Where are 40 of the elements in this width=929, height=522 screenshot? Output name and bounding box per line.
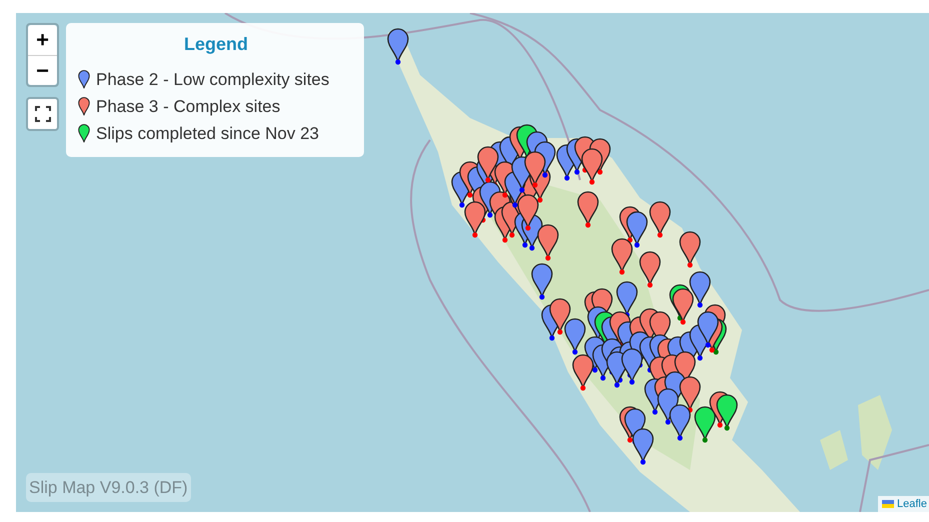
map-marker[interactable] xyxy=(632,428,654,465)
map-marker[interactable] xyxy=(477,146,499,183)
legend-label: Slips completed since Nov 23 xyxy=(96,122,320,145)
map-marker[interactable] xyxy=(517,194,539,231)
map-marker[interactable] xyxy=(669,404,691,441)
map-marker[interactable] xyxy=(649,201,671,238)
map-marker[interactable] xyxy=(537,224,559,261)
map-marker[interactable] xyxy=(616,281,638,318)
version-label: Slip Map V9.0.3 (DF) xyxy=(26,472,191,502)
map-marker[interactable] xyxy=(621,348,643,385)
map-marker[interactable] xyxy=(689,271,711,308)
map-marker[interactable] xyxy=(679,376,701,413)
map-marker[interactable] xyxy=(549,298,571,335)
map-marker[interactable] xyxy=(564,318,586,355)
map-marker[interactable] xyxy=(577,191,599,228)
zoom-in-button[interactable]: + xyxy=(28,25,57,55)
map-marker[interactable] xyxy=(672,288,694,325)
map-marker[interactable] xyxy=(464,201,486,238)
map-marker[interactable] xyxy=(572,354,594,391)
map-background[interactable]: + − Legend Phase 2 - Low complexity sites Phase 3 - Complex sites Slips completed since Nov 23 Slip Map V9.0.3 (DF) Leafle xyxy=(16,13,929,512)
legend-label: Phase 3 - Complex sites xyxy=(96,96,280,118)
fullscreen-icon xyxy=(34,106,50,122)
flag-icon xyxy=(882,500,894,508)
legend-label: Phase 2 - Low complexity sites xyxy=(96,68,330,91)
map-marker[interactable] xyxy=(716,394,738,431)
island-drawing xyxy=(820,430,848,470)
map-marker[interactable] xyxy=(524,151,546,188)
map-marker[interactable] xyxy=(387,28,409,65)
map-marker[interactable] xyxy=(531,263,553,300)
map-marker[interactable] xyxy=(657,388,679,425)
fullscreen-button[interactable] xyxy=(26,97,59,131)
map-marker[interactable] xyxy=(639,251,661,288)
legend-title: Legend xyxy=(182,33,249,56)
map-marker[interactable] xyxy=(697,311,719,348)
zoom-out-button[interactable]: − xyxy=(28,55,57,85)
map-marker[interactable] xyxy=(694,406,716,443)
map-marker[interactable] xyxy=(581,148,603,185)
map-marker[interactable] xyxy=(611,238,633,275)
map-marker[interactable] xyxy=(626,211,648,248)
map-marker[interactable] xyxy=(679,231,701,268)
